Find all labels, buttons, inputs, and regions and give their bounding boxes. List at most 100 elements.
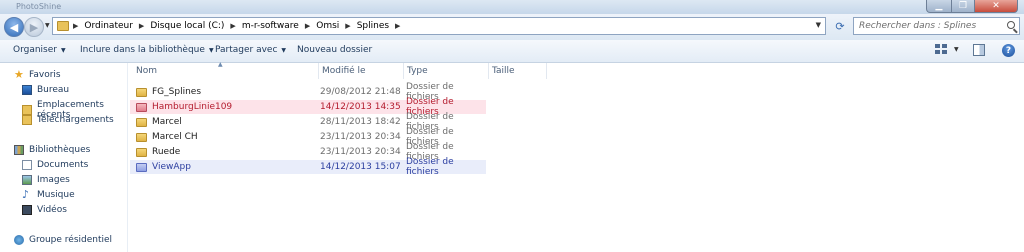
sidebar-item-label: Bureau <box>37 85 70 95</box>
forward-button[interactable]: ▶ <box>24 17 44 37</box>
breadcrumb-disque-local[interactable]: Disque local (C:) <box>150 21 224 31</box>
refresh-button[interactable]: ⟳ <box>829 18 851 34</box>
chevron-right-icon: ▶ <box>73 22 79 30</box>
sidebar-item-bureau[interactable]: Bureau <box>22 85 69 95</box>
close-button[interactable]: ✕ <box>975 0 1018 13</box>
file-name: Marcel <box>152 117 182 127</box>
breadcrumb-m-r-software[interactable]: m-r-software <box>242 21 299 31</box>
file-name-cell: Ruede <box>136 147 180 157</box>
column-header-label: Type <box>407 66 428 76</box>
help-icon: ? <box>1005 45 1012 56</box>
desktop-icon <box>22 85 32 95</box>
new-folder-button[interactable]: Nouveau dossier <box>297 45 372 55</box>
search-icon[interactable] <box>1007 21 1015 29</box>
chevron-right-icon[interactable]: ▶ <box>139 22 144 30</box>
column-header-type[interactable]: Type <box>403 63 489 79</box>
share-with-label: Partager avec <box>215 45 278 55</box>
column-header-label: Taille <box>492 66 515 76</box>
breadcrumb[interactable]: m-r-software ▶ <box>242 21 316 31</box>
organize-label: Organiser <box>13 45 57 55</box>
pictures-icon <box>22 175 32 185</box>
folder-icon <box>136 117 147 127</box>
file-name: FG_Splines <box>152 87 202 97</box>
recent-pages-dropdown-icon[interactable]: ▼ <box>45 22 50 29</box>
sidebar-item-music[interactable]: ♪ Musique <box>22 188 75 201</box>
search-input[interactable]: Rechercher dans : Splines <box>853 17 1020 35</box>
sidebar-group-homegroup[interactable]: Groupe résidentiel <box>14 235 112 245</box>
breadcrumb[interactable]: Splines ▶ <box>357 21 407 31</box>
column-header-label: Nom <box>136 66 158 76</box>
chevron-right-icon[interactable]: ▶ <box>395 22 400 30</box>
minimize-icon: ▁ <box>935 1 943 11</box>
file-modified: 29/08/2012 21:48 <box>320 87 401 97</box>
sidebar-item-images[interactable]: Images <box>22 175 70 185</box>
folder-icon <box>136 132 147 142</box>
address-dropdown-icon[interactable]: ▼ <box>816 21 821 29</box>
new-folder-label: Nouveau dossier <box>297 45 373 55</box>
sidebar-item-downloads[interactable]: Téléchargements <box>22 115 114 125</box>
sidebar-item-label: Documents <box>37 160 89 170</box>
view-grid-icon <box>935 44 940 48</box>
file-name-cell: ViewApp <box>136 162 191 172</box>
file-name-cell: FG_Splines <box>136 87 201 97</box>
column-header-modified[interactable]: Modifié le <box>318 63 404 79</box>
chevron-right-icon[interactable]: ▶ <box>345 22 350 30</box>
organize-button[interactable]: Organiser ▼ <box>13 45 66 55</box>
star-icon: ★ <box>14 68 24 81</box>
file-name-cell: HamburgLinie109 <box>136 102 232 112</box>
file-modified: 23/11/2013 20:34 <box>320 147 401 157</box>
libraries-icon <box>14 145 24 155</box>
window-controls: ▁ ❐ ✕ <box>926 0 1018 13</box>
column-header-name[interactable]: Nom <box>130 63 322 79</box>
view-options-dropdown-icon[interactable]: ▼ <box>954 46 959 53</box>
breadcrumb-root-chevron[interactable]: ▶ <box>73 22 84 30</box>
music-icon: ♪ <box>22 188 30 201</box>
documents-icon <box>22 160 32 170</box>
close-icon: ✕ <box>992 1 1000 11</box>
file-modified: 28/11/2013 18:42 <box>320 117 401 127</box>
change-view-button[interactable] <box>935 44 949 56</box>
breadcrumb[interactable]: Ordinateur ▶ <box>84 21 150 31</box>
help-button[interactable]: ? <box>1002 44 1015 57</box>
sidebar-group-libraries[interactable]: Bibliothèques <box>14 145 90 155</box>
file-name: ViewApp <box>152 162 191 172</box>
breadcrumb-omsi[interactable]: Omsi <box>316 21 339 31</box>
address-bar[interactable]: ▶ Ordinateur ▶ Disque local (C:) ▶ m-r-sof… <box>52 17 826 35</box>
table-row[interactable]: ViewApp 14/12/2013 15:07 Dossier de fich… <box>130 157 486 177</box>
include-library-button[interactable]: Inclure dans la bibliothèque ▼ <box>80 45 214 55</box>
column-header-label: Modifié le <box>322 66 366 76</box>
videos-icon <box>22 205 32 215</box>
favorites-label: Favoris <box>29 70 61 80</box>
breadcrumb[interactable]: Omsi ▶ <box>316 21 356 31</box>
sidebar-group-favorites[interactable]: ★ Favoris <box>14 68 61 81</box>
back-arrow-icon: ◀ <box>9 20 19 34</box>
breadcrumb-splines[interactable]: Splines <box>357 21 389 31</box>
chevron-right-icon[interactable]: ▶ <box>230 22 235 30</box>
recent-places-icon <box>22 105 32 115</box>
file-name: Marcel CH <box>152 132 198 142</box>
downloads-icon <box>22 115 32 125</box>
forward-arrow-icon: ▶ <box>29 20 39 34</box>
back-button[interactable]: ◀ <box>4 17 24 37</box>
file-name-cell: Marcel <box>136 117 182 127</box>
chevron-down-icon: ▼ <box>61 46 66 54</box>
file-modified: 14/12/2013 14:35 <box>320 102 401 112</box>
minimize-button[interactable]: ▁ <box>926 0 952 13</box>
breadcrumb-ordinateur[interactable]: Ordinateur <box>84 21 133 31</box>
sidebar-item-documents[interactable]: Documents <box>22 160 88 170</box>
maximize-button[interactable]: ❐ <box>952 0 975 13</box>
file-name: Ruede <box>152 147 181 157</box>
breadcrumb[interactable]: Disque local (C:) ▶ <box>150 21 242 31</box>
file-name: HamburgLinie109 <box>152 102 233 112</box>
preview-pane-button[interactable] <box>973 44 985 56</box>
sidebar-item-videos[interactable]: Vidéos <box>22 205 67 215</box>
folder-icon <box>136 102 147 112</box>
pane-divider[interactable] <box>127 63 128 252</box>
view-grid-icon <box>942 44 947 48</box>
share-with-button[interactable]: Partager avec ▼ <box>215 45 286 55</box>
view-grid-icon <box>935 50 940 54</box>
column-header-size[interactable]: Taille <box>488 63 547 79</box>
folder-icon <box>136 147 147 157</box>
chevron-right-icon[interactable]: ▶ <box>305 22 310 30</box>
search-placeholder: Rechercher dans : Splines <box>859 21 977 31</box>
